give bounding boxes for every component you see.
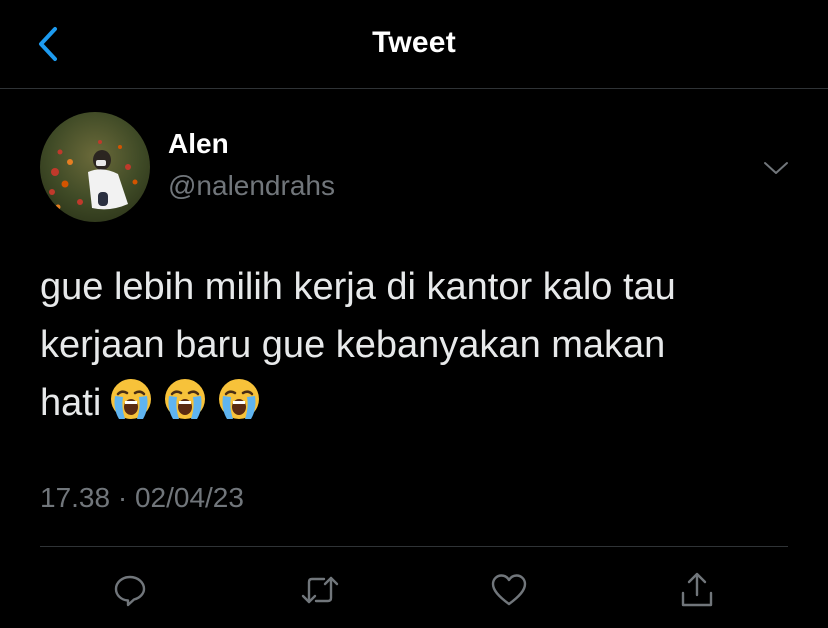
top-bar: Tweet	[0, 0, 828, 89]
tweet-text: gue lebih milih kerja di kantor kalo tau…	[40, 258, 800, 432]
tweet-text-fragment: hati	[40, 382, 102, 424]
reply-button[interactable]	[108, 568, 152, 612]
more-options-button[interactable]	[758, 150, 794, 186]
page-title: Tweet	[372, 26, 456, 59]
tweet-text-line: gue lebih milih kerja di kantor kalo tau	[40, 266, 676, 308]
author-name[interactable]: Alen	[168, 128, 229, 160]
share-icon	[679, 571, 715, 609]
avatar[interactable]	[40, 112, 150, 222]
heart-icon	[490, 572, 528, 608]
divider	[40, 546, 788, 547]
reply-icon	[112, 572, 148, 608]
loudly-crying-face-icon	[109, 377, 153, 421]
author-handle[interactable]: @nalendrahs	[168, 170, 335, 202]
tweet-timestamp[interactable]: 17.38 · 02/04/23	[40, 482, 244, 514]
loudly-crying-face-icon	[163, 377, 207, 421]
loudly-crying-face-icon	[217, 377, 261, 421]
emoji-group	[109, 377, 261, 421]
chevron-down-icon	[763, 160, 789, 176]
retweet-icon	[300, 572, 340, 608]
tweet-text-line: kerjaan baru gue kebanyakan makan	[40, 324, 666, 366]
tweet-text-line: hati	[40, 374, 800, 432]
avatar-photo	[40, 112, 150, 222]
retweet-button[interactable]	[298, 568, 342, 612]
share-button[interactable]	[675, 568, 719, 612]
like-button[interactable]	[487, 568, 531, 612]
